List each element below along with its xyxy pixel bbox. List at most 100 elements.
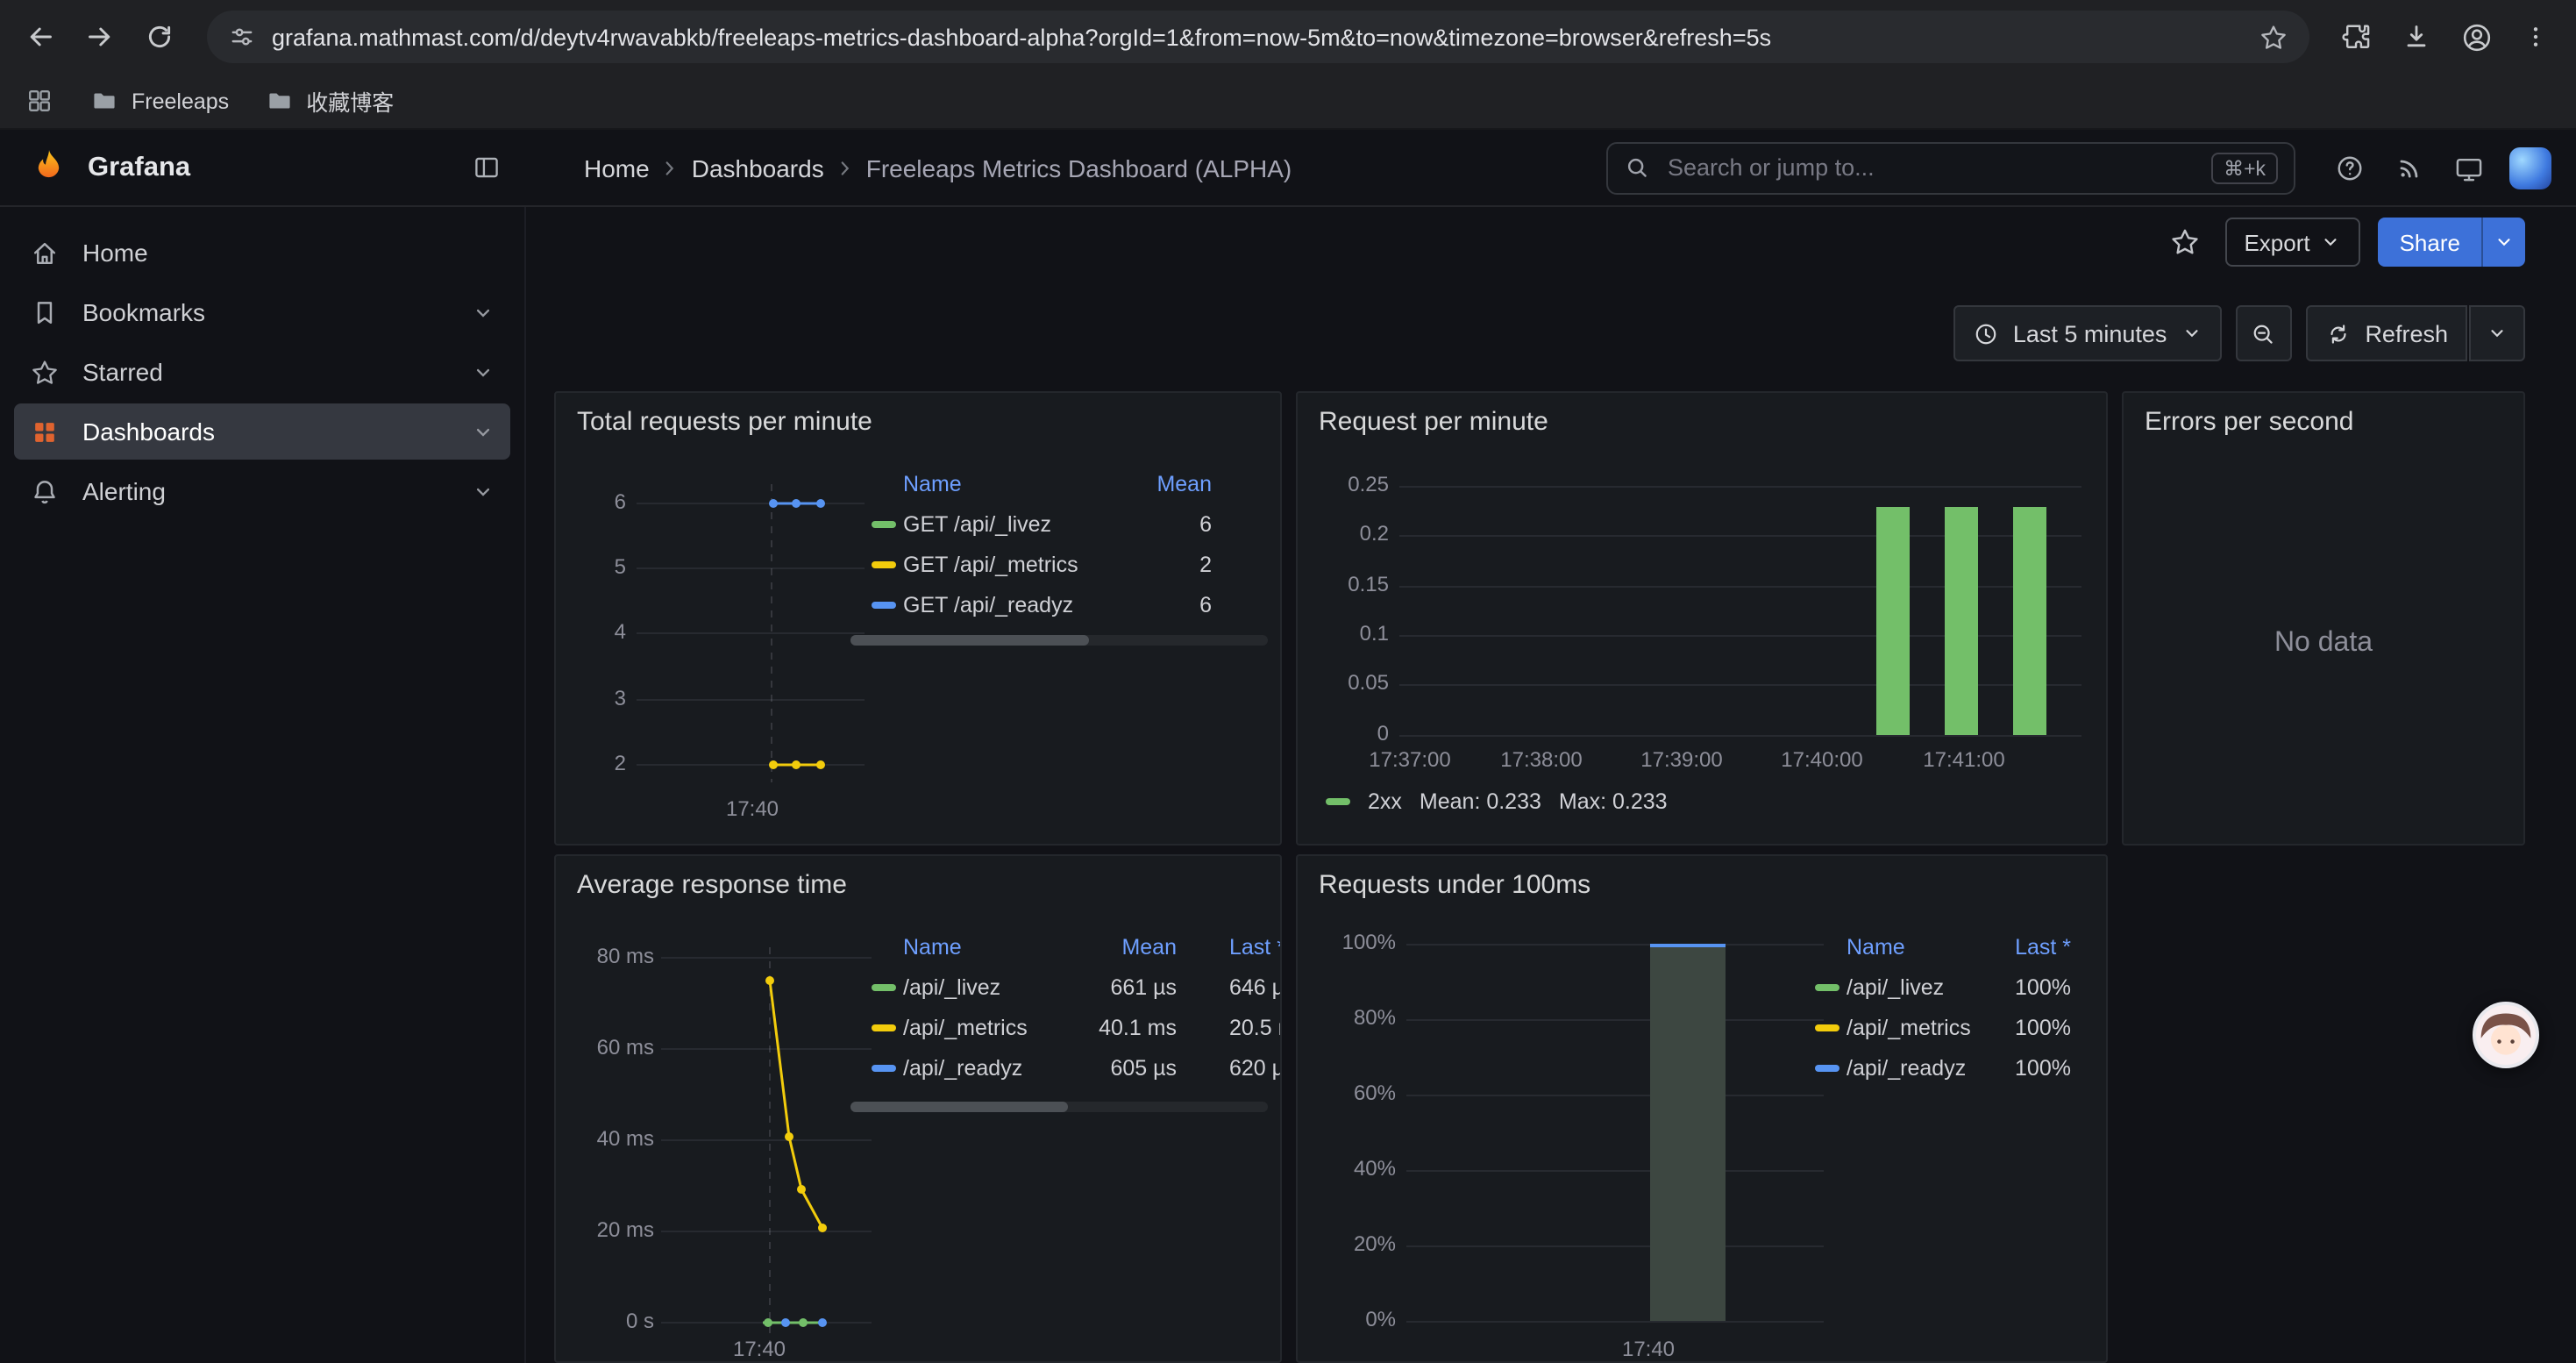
url-bar[interactable]: grafana.mathmast.com/d/deytv4rwavabkb/fr… xyxy=(207,11,2309,63)
legend-header-row: Name Last * xyxy=(1815,926,2071,967)
x-tick: 17:40 xyxy=(714,796,791,821)
user-avatar[interactable] xyxy=(2509,146,2551,189)
y-tick: 80 ms xyxy=(577,944,654,968)
legend-row[interactable]: /api/_metrics 100% xyxy=(1815,1007,2071,1047)
legend-scrollbar[interactable] xyxy=(850,635,1268,646)
legend-header-name[interactable]: Name xyxy=(903,471,1114,496)
series-color-dash xyxy=(872,1064,896,1071)
legend-row[interactable]: /api/_readyz 605 µs 620 µs xyxy=(872,1047,1282,1088)
search-input[interactable] xyxy=(1664,153,2197,182)
apps-grid-icon[interactable] xyxy=(25,86,54,116)
reload-icon xyxy=(144,21,175,53)
legend-header-mean[interactable]: Mean xyxy=(1114,471,1212,496)
chevron-down-icon[interactable] xyxy=(472,301,495,324)
share-label[interactable]: Share xyxy=(2379,218,2481,267)
extensions-icon[interactable] xyxy=(2327,7,2387,67)
y-tick: 40 ms xyxy=(577,1126,654,1151)
legend-row[interactable]: GET /api/_readyz 6 xyxy=(872,584,1212,624)
folder-icon xyxy=(89,86,119,116)
panel-title[interactable]: Request per minute xyxy=(1319,407,1548,437)
panel-title[interactable]: Errors per second xyxy=(2145,407,2353,437)
legend-table: Name Last * /api/_livez 100% /api/_metri… xyxy=(1815,926,2071,1088)
legend-header-last[interactable]: Last * xyxy=(1987,934,2071,959)
panel-title[interactable]: Average response time xyxy=(577,870,847,900)
bookmark-star-icon[interactable] xyxy=(2259,22,2288,52)
time-range-picker[interactable]: Last 5 minutes xyxy=(1953,305,2222,361)
collapse-sidebar-icon[interactable] xyxy=(456,138,516,197)
reload-button[interactable] xyxy=(130,7,189,67)
bar-2xx xyxy=(1876,507,1910,735)
export-button[interactable]: Export xyxy=(2224,218,2360,267)
legend-row[interactable]: /api/_metrics 40.1 ms 20.5 ms xyxy=(872,1007,1282,1047)
breadcrumb-dashboards[interactable]: Dashboards xyxy=(692,153,824,182)
zoom-out-time-icon[interactable] xyxy=(2235,305,2291,361)
y-tick: 0 xyxy=(1319,721,1389,746)
chevron-down-icon[interactable] xyxy=(472,420,495,443)
search-shortcut-badge: ⌘+k xyxy=(2211,152,2278,183)
series-color-dash xyxy=(1326,798,1350,805)
x-tick: 17:37:00 xyxy=(1357,747,1462,772)
sidebar-item-starred[interactable]: Starred xyxy=(14,344,510,400)
chevron-down-icon[interactable] xyxy=(472,360,495,383)
sidebar-item-bookmarks[interactable]: Bookmarks xyxy=(14,284,510,340)
search-icon xyxy=(1624,154,1650,181)
chevron-down-icon[interactable] xyxy=(472,480,495,503)
sidebar-item-dashboards[interactable]: Dashboards xyxy=(14,403,510,460)
site-settings-icon[interactable] xyxy=(228,23,256,51)
time-range-label: Last 5 minutes xyxy=(2013,320,2167,346)
browser-menu-icon[interactable] xyxy=(2506,7,2565,67)
screen: grafana.mathmast.com/d/deytv4rwavabkb/fr… xyxy=(0,0,2576,1363)
help-icon[interactable] xyxy=(2320,138,2380,197)
chevron-down-icon xyxy=(2181,323,2202,344)
share-dropdown-icon[interactable] xyxy=(2481,218,2525,267)
line-chart xyxy=(661,947,872,1351)
line-chart xyxy=(637,484,865,782)
search-box[interactable]: ⌘+k xyxy=(1606,141,2295,194)
legend-max: Max: 0.233 xyxy=(1559,789,1668,814)
refresh-interval-dropdown[interactable] xyxy=(2469,305,2525,361)
share-button[interactable]: Share xyxy=(2379,218,2525,267)
legend-row[interactable]: GET /api/_metrics 2 xyxy=(872,544,1212,584)
legend-header-name[interactable]: Name xyxy=(903,934,1078,959)
profile-icon[interactable] xyxy=(2446,7,2506,67)
refresh-button[interactable]: Refresh xyxy=(2305,305,2467,361)
legend-series[interactable]: 2xx xyxy=(1368,789,1402,814)
series-color-dash xyxy=(872,560,896,567)
legend-header-name[interactable]: Name xyxy=(1847,934,1987,959)
legend-row[interactable]: GET /api/_livez 6 xyxy=(872,503,1212,544)
legend-row[interactable]: /api/_livez 661 µs 646 µs xyxy=(872,967,1282,1007)
grafana-logo[interactable] xyxy=(28,146,70,189)
bar-chart xyxy=(1399,486,2081,735)
news-rss-icon[interactable] xyxy=(2380,138,2439,197)
x-tick: 17:40 xyxy=(721,1337,798,1361)
series-color-dash xyxy=(872,601,896,608)
downloads-icon[interactable] xyxy=(2387,7,2446,67)
legend-scrollbar[interactable] xyxy=(850,1102,1268,1112)
sidebar-item-home[interactable]: Home xyxy=(14,225,510,281)
legend-row[interactable]: /api/_readyz 100% xyxy=(1815,1047,2071,1088)
legend-row[interactable]: /api/_livez 100% xyxy=(1815,967,2071,1007)
back-button[interactable] xyxy=(11,7,70,67)
bookmark-blog-folder[interactable]: 收藏博客 xyxy=(264,84,394,118)
y-tick: 60% xyxy=(1319,1081,1396,1105)
y-tick: 0 s xyxy=(577,1309,654,1333)
forward-button[interactable] xyxy=(70,7,130,67)
series-color-dash xyxy=(872,520,896,527)
sidebar-item-alerting[interactable]: Alerting xyxy=(14,463,510,519)
legend-header-mean[interactable]: Mean xyxy=(1078,934,1177,959)
no-data-message: No data xyxy=(2124,628,2523,660)
favorite-star-icon[interactable] xyxy=(2161,219,2207,265)
breadcrumb-home[interactable]: Home xyxy=(584,153,650,182)
assistant-avatar[interactable] xyxy=(2473,1002,2539,1068)
bookmark-freeleaps[interactable]: Freeleaps xyxy=(89,86,229,116)
breadcrumb-current: Freeleaps Metrics Dashboard (ALPHA) xyxy=(866,153,1292,182)
legend: 2xx Mean: 0.233 Max: 0.233 xyxy=(1326,789,1668,814)
x-tick: 17:40:00 xyxy=(1769,747,1875,772)
legend-header-last[interactable]: Last * xyxy=(1177,934,1282,959)
panel-title[interactable]: Total requests per minute xyxy=(577,407,872,437)
series-color-dash xyxy=(1815,983,1839,990)
y-tick: 20 ms xyxy=(577,1217,654,1242)
bar-2xx xyxy=(2013,507,2046,735)
panel-title[interactable]: Requests under 100ms xyxy=(1319,870,1590,900)
display-kiosk-icon[interactable] xyxy=(2439,138,2499,197)
